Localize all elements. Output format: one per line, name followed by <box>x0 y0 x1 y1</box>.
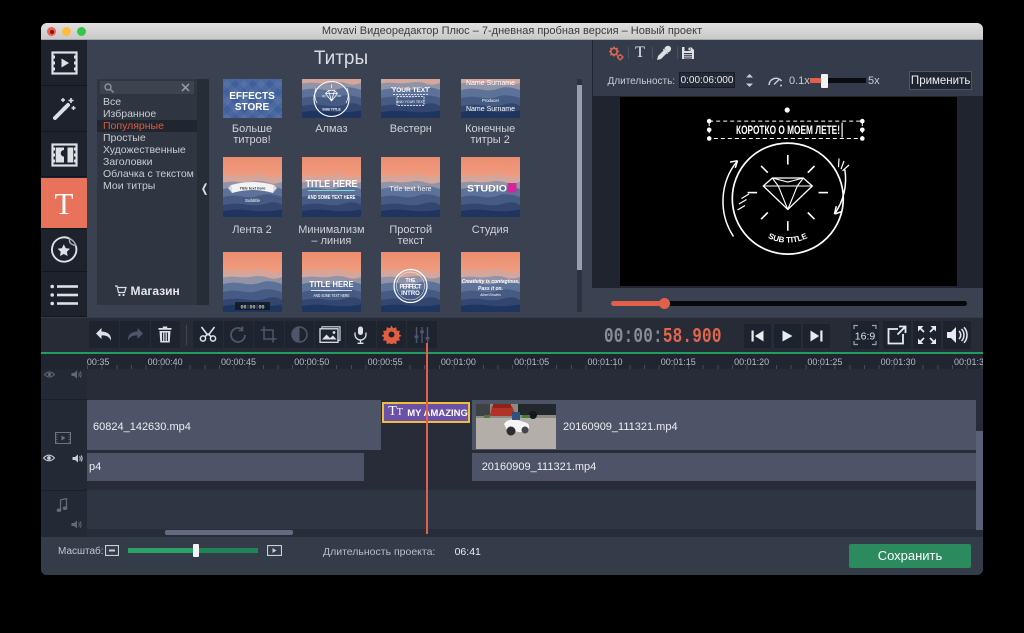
svg-text:TITLE HERE: TITLE HERE <box>309 279 353 289</box>
svg-text:PERFECT: PERFECT <box>400 285 422 291</box>
svg-text:Pass it on.: Pass it on. <box>478 286 503 292</box>
svg-text:КОРОТКО О МОЕМ ЛЕТЕ!: КОРОТКО О МОЕМ ЛЕТЕ! <box>736 125 840 137</box>
svg-text:Name Surname: Name Surname <box>466 80 515 87</box>
svg-text:SUB TITLE: SUB TITLE <box>767 231 809 244</box>
svg-text:AND SOME TEXT HERE: AND SOME TEXT HERE <box>307 195 355 201</box>
svg-text:Albert Einstein: Albert Einstein <box>479 293 501 297</box>
svg-text:THE: THE <box>406 278 417 284</box>
svg-text:00:00:00: 00:00:00 <box>240 305 264 311</box>
svg-text:AND YOUR TEXT: AND YOUR TEXT <box>396 100 426 104</box>
svg-text:Creativity is contagious.: Creativity is contagious. <box>461 279 519 285</box>
svg-text:Name Surname: Name Surname <box>466 106 515 113</box>
svg-text:Subtitle: Subtitle <box>244 198 260 203</box>
svg-text:AND SOME TEXT HERE: AND SOME TEXT HERE <box>313 293 349 298</box>
svg-text:Producer: Producer <box>482 98 500 103</box>
svg-text:STUDIO: STUDIO <box>467 184 507 195</box>
svg-text:Title text here: Title text here <box>239 186 266 191</box>
svg-text:Title text here: Title text here <box>390 186 432 193</box>
svg-text:INTRO: INTRO <box>401 291 420 297</box>
svg-text:SUB TITLE: SUB TITLE <box>322 107 341 111</box>
svg-text:TITLE HERE: TITLE HERE <box>305 179 357 190</box>
svg-text:16:9: 16:9 <box>855 331 876 343</box>
svg-text:YOUR TEXT: YOUR TEXT <box>392 87 429 94</box>
